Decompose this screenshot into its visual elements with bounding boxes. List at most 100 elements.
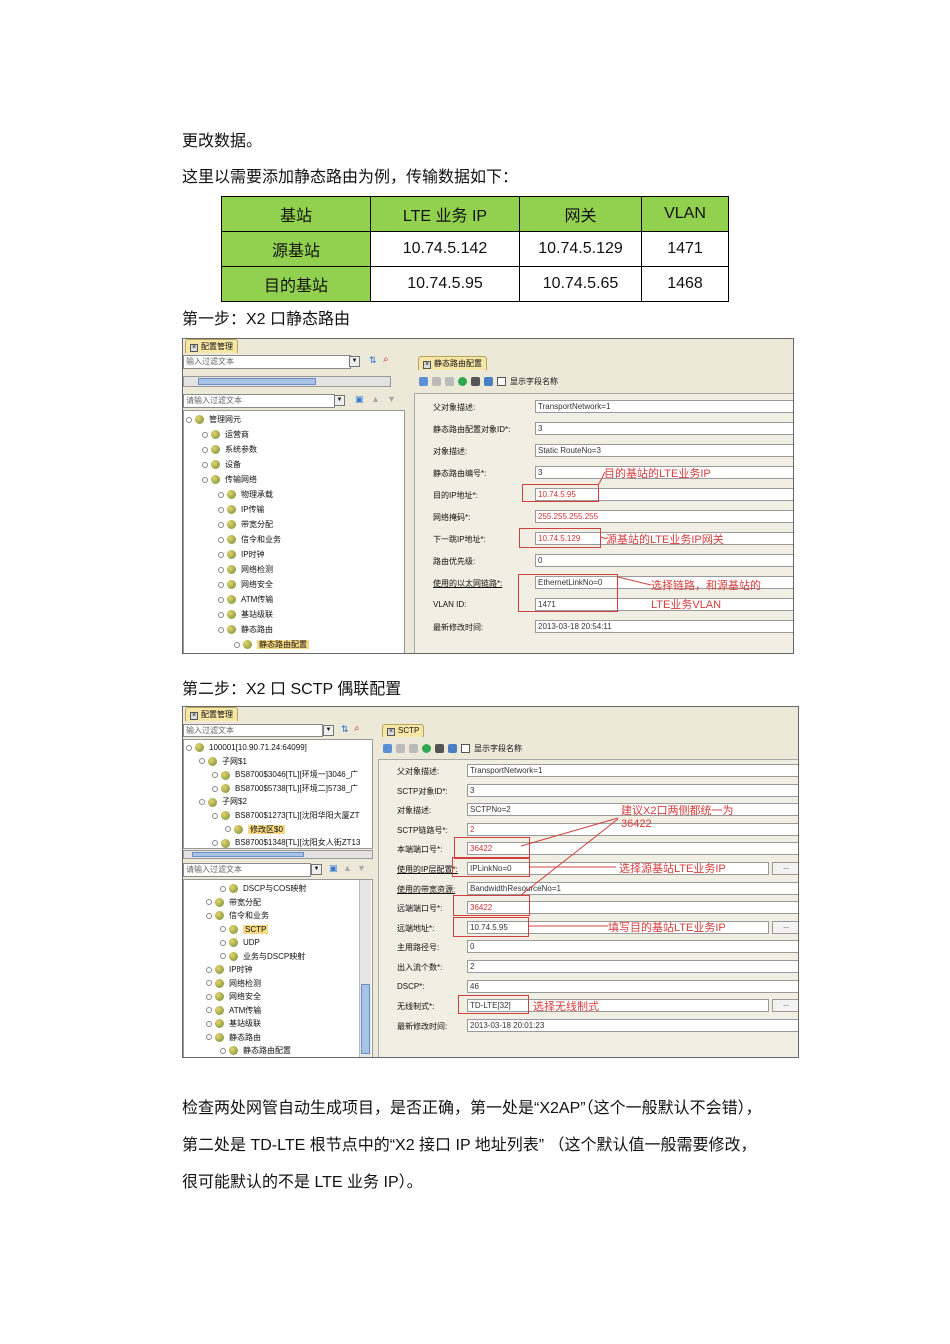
field-input[interactable]: TransportNetwork=1 — [467, 764, 799, 777]
tree-item[interactable]: 传输网络 — [202, 475, 257, 485]
expand-toggle-icon[interactable] — [206, 994, 212, 1000]
expand-toggle-icon[interactable] — [218, 552, 224, 558]
stop-icon[interactable] — [409, 744, 418, 753]
field-input[interactable]: TransportNetwork=1 — [535, 400, 794, 413]
stop-icon[interactable] — [445, 377, 454, 386]
field-input[interactable]: BandwidthResourceNo=1 — [467, 882, 799, 895]
filter-input[interactable]: 输入过滤文本 — [183, 724, 323, 737]
field-input[interactable]: 255.255.255.255 — [535, 510, 794, 523]
field-input[interactable]: 0 — [467, 940, 799, 953]
expand-toggle-icon[interactable] — [218, 567, 224, 573]
horizontal-scrollbar[interactable] — [183, 376, 391, 387]
expand-toggle-icon[interactable] — [199, 758, 205, 764]
tree-item[interactable]: 子网$2 — [199, 797, 247, 807]
show-field-names-checkbox[interactable] — [461, 744, 470, 753]
filter-input[interactable]: 输入过滤文本 — [183, 355, 351, 369]
arrow-up-icon[interactable]: ▲ — [343, 863, 352, 873]
tree-item[interactable]: IP时钟 — [206, 965, 253, 975]
tree-item[interactable]: 业务与DSCP映射 — [220, 952, 305, 962]
arrow-down-icon[interactable]: ▼ — [387, 394, 396, 404]
field-input[interactable]: 0 — [535, 554, 794, 567]
chevron-down-icon[interactable]: ▼ — [349, 356, 360, 367]
tree-item[interactable]: 网络检测 — [218, 565, 273, 575]
expand-toggle-icon[interactable] — [218, 492, 224, 498]
field-label[interactable]: 使用的IP层配置*: — [397, 864, 458, 875]
expand-toggle-icon[interactable] — [212, 813, 218, 819]
tree-item[interactable]: 物理承载 — [218, 490, 273, 500]
search-icon[interactable]: ⌕ — [354, 723, 360, 734]
undo-icon[interactable] — [432, 377, 441, 386]
field-input[interactable]: 2013-03-18 20:01:23 — [467, 1019, 799, 1032]
tree-item[interactable]: 管理网元 — [186, 415, 241, 425]
expand-toggle-icon[interactable] — [218, 582, 224, 588]
tree-item[interactable]: DSCP与COS映射 — [220, 884, 307, 894]
field-label[interactable]: 使用的带宽资源: — [397, 884, 455, 895]
expand-toggle-icon[interactable] — [218, 522, 224, 528]
chevron-down-icon[interactable]: ▼ — [311, 864, 322, 875]
edit-icon[interactable] — [383, 744, 392, 753]
expand-toggle-icon[interactable] — [218, 507, 224, 513]
expand-toggle-icon[interactable] — [186, 417, 192, 423]
tree-item[interactable]: BS8700$1348[TL][沈阳女人街ZT13 — [212, 838, 360, 848]
tree-item[interactable]: 100001[10.90.71.24:64099] — [186, 743, 307, 753]
tree-item[interactable]: BS8700$3046[TL][环境一]3046_广 — [212, 770, 358, 780]
arrow-down-icon[interactable]: ▼ — [357, 863, 366, 873]
expand-toggle-icon[interactable] — [234, 642, 240, 648]
tree-item[interactable]: 修改区$0 — [225, 825, 285, 835]
expand-toggle-icon[interactable] — [199, 799, 205, 805]
browse-button[interactable]: ... — [772, 921, 799, 934]
tree-item[interactable]: BS8700$1273[TL][沈阳华阳大厦ZT — [212, 811, 360, 821]
tree-item[interactable]: BS8700$5738[TL][环境二]5738_广 — [212, 784, 358, 794]
tree-item[interactable]: 信令和业务 — [218, 535, 281, 545]
close-icon[interactable]: × — [423, 361, 431, 369]
arrow-up-icon[interactable]: ▲ — [371, 394, 380, 404]
vertical-scrollbar[interactable] — [359, 880, 371, 1058]
tree-item[interactable]: SCTP — [220, 925, 268, 935]
expand-toggle-icon[interactable] — [218, 612, 224, 618]
window-icon[interactable] — [484, 377, 493, 386]
export-icon[interactable]: ▣ — [329, 863, 338, 874]
tree-item[interactable]: 带宽分配 — [206, 898, 261, 908]
tree-item[interactable]: 基站级联 — [218, 610, 273, 620]
field-input[interactable]: 3 — [535, 422, 794, 435]
expand-toggle-icon[interactable] — [218, 537, 224, 543]
chevron-down-icon[interactable]: ▼ — [334, 395, 345, 406]
expand-toggle-icon[interactable] — [212, 786, 218, 792]
refresh-icon[interactable] — [458, 377, 467, 386]
export-icon[interactable]: ▣ — [355, 394, 364, 405]
expand-toggle-icon[interactable] — [206, 899, 212, 905]
tree-item[interactable]: 静态路由 — [206, 1033, 261, 1043]
field-input[interactable]: 2 — [467, 960, 799, 973]
expand-toggle-icon[interactable] — [220, 886, 226, 892]
tab-static-route-config[interactable]: ×静态路由配置 — [418, 356, 487, 370]
tree-item[interactable]: 静态路由配置 — [220, 1046, 291, 1056]
tree-item[interactable]: 运营商 — [202, 430, 249, 440]
expand-toggle-icon[interactable] — [220, 926, 226, 932]
sort-icon[interactable]: ⇅ — [341, 724, 349, 735]
expand-toggle-icon[interactable] — [206, 967, 212, 973]
window-icon[interactable] — [448, 744, 457, 753]
expand-toggle-icon[interactable] — [218, 597, 224, 603]
expand-toggle-icon[interactable] — [186, 745, 192, 751]
panel-tab-config[interactable]: ×配置管理 — [185, 339, 238, 353]
expand-toggle-icon[interactable] — [206, 1021, 212, 1027]
tree-item[interactable]: ATM传输 — [218, 595, 273, 605]
expand-toggle-icon[interactable] — [206, 1034, 212, 1040]
browse-button[interactable]: ... — [772, 999, 799, 1012]
field-input[interactable]: 46 — [467, 980, 799, 993]
tree-item[interactable]: 静态路由 — [218, 625, 273, 635]
field-label[interactable]: 使用的以太网链路*: — [433, 578, 502, 589]
tree-item[interactable]: 网络检测 — [206, 979, 261, 989]
tab-sctp[interactable]: ×SCTP — [382, 724, 424, 737]
tree-item[interactable]: 信令和业务 — [206, 911, 269, 921]
tree-item[interactable]: ATM传输 — [206, 1006, 261, 1016]
tree-item[interactable]: 带宽分配 — [218, 520, 273, 530]
binoculars-icon[interactable] — [471, 377, 480, 386]
panel-tab-config[interactable]: ×配置管理 — [185, 707, 238, 721]
expand-toggle-icon[interactable] — [202, 477, 208, 483]
expand-toggle-icon[interactable] — [220, 1048, 226, 1054]
edit-icon[interactable] — [419, 377, 428, 386]
expand-toggle-icon[interactable] — [212, 840, 218, 846]
close-icon[interactable]: × — [387, 728, 395, 736]
horizontal-scrollbar[interactable] — [183, 850, 373, 859]
